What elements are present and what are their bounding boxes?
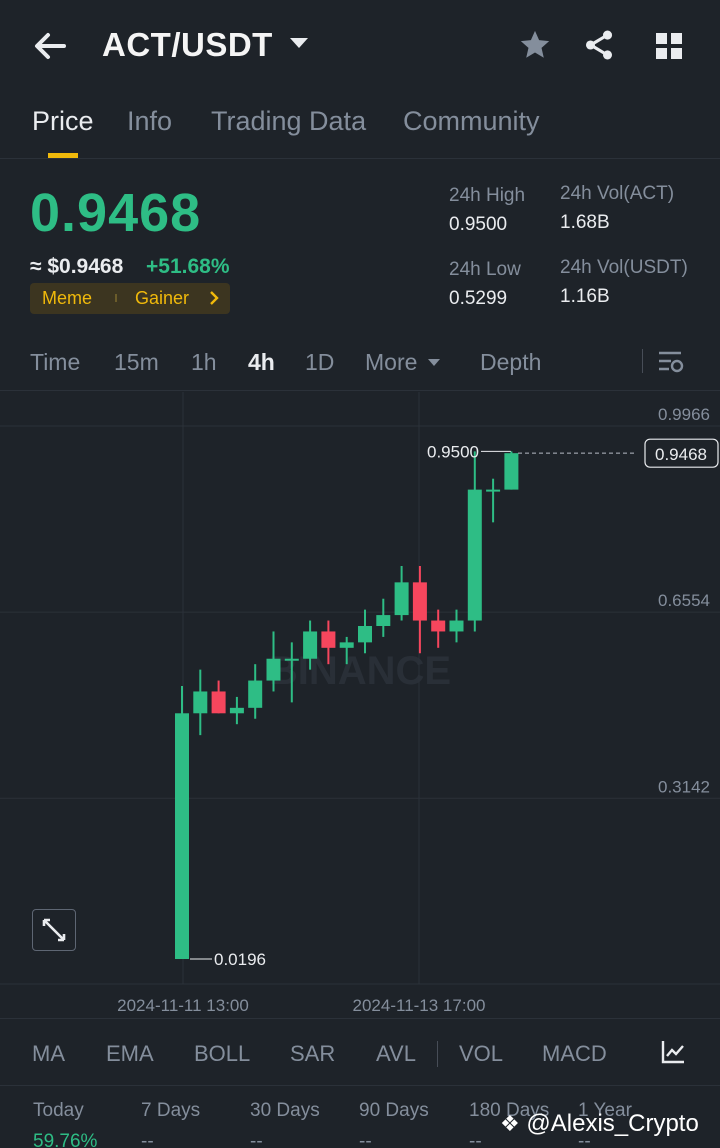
interval-more[interactable]: More — [365, 349, 417, 376]
indicator-bar: MA EMA BOLL SAR AVL VOL MACD — [0, 1018, 720, 1086]
star-icon[interactable] — [518, 28, 552, 67]
candle-body — [266, 658, 281, 681]
perf-label-7d: 7 Days — [141, 1100, 201, 1121]
candle-body — [358, 625, 372, 643]
perf-label-90d: 90 Days — [359, 1100, 429, 1121]
indicator-settings-icon[interactable] — [660, 1039, 686, 1070]
tag-group[interactable]: Meme Gainer — [30, 283, 230, 314]
creator-watermark: ❖ @Alexis_Crypto — [500, 1110, 699, 1138]
candle-body — [303, 631, 318, 659]
indicator-vol[interactable]: VOL — [459, 1041, 503, 1067]
indicator-ema[interactable]: EMA — [106, 1041, 154, 1067]
diamond-logo-icon: ❖ — [500, 1111, 520, 1136]
divider — [642, 349, 643, 373]
high-marker-label: 0.9500 — [427, 442, 479, 461]
candle-body — [339, 642, 354, 648]
candle-body — [193, 691, 208, 714]
low-label: 24h Low — [449, 259, 521, 280]
candle-body — [321, 631, 336, 648]
last-price-label: 0.9468 — [655, 445, 707, 464]
perf-value-90d: -- — [359, 1131, 372, 1148]
tab-price[interactable]: Price — [32, 106, 94, 137]
perf-value-7d: -- — [141, 1131, 154, 1148]
tab-bar: Price Info Trading Data Community — [0, 104, 720, 159]
low-marker-label: 0.0196 — [214, 950, 266, 969]
y-tick-label: 0.9966 — [658, 405, 710, 424]
candle-body — [248, 680, 263, 708]
interval-time[interactable]: Time — [30, 349, 80, 376]
indicator-macd[interactable]: MACD — [542, 1041, 607, 1067]
watermark-text: @Alexis_Crypto — [526, 1110, 699, 1137]
indicator-ma[interactable]: MA — [32, 1041, 65, 1067]
interval-bar: Time 15m 1h 4h 1D More Depth — [0, 335, 720, 391]
vol-act-label: 24h Vol(ACT) — [560, 183, 675, 204]
active-tab-indicator — [48, 153, 78, 158]
tab-info[interactable]: Info — [127, 106, 172, 137]
high-value: 0.9500 — [449, 214, 508, 235]
expand-icon[interactable] — [32, 909, 76, 951]
candle-body — [284, 658, 299, 661]
candle-body — [467, 489, 482, 621]
tab-community[interactable]: Community — [403, 106, 540, 137]
interval-15m[interactable]: 15m — [114, 349, 159, 376]
candle-body — [211, 691, 226, 714]
divider — [437, 1041, 438, 1067]
candle-body — [229, 707, 244, 714]
vol-usdt-label: 24h Vol(USDT) — [560, 257, 688, 278]
chart-settings-icon[interactable] — [657, 349, 685, 380]
candle-body — [504, 453, 519, 490]
back-arrow-icon[interactable] — [30, 26, 70, 66]
tab-trading-data[interactable]: Trading Data — [211, 106, 366, 137]
chevron-right-icon[interactable] — [208, 290, 220, 311]
candle-body — [486, 489, 501, 492]
pair-title[interactable]: ACT/USDT — [102, 26, 273, 64]
y-tick-label: 0.3142 — [658, 777, 710, 796]
perf-value-180d: -- — [469, 1131, 482, 1148]
vol-usdt-value: 1.16B — [560, 286, 610, 307]
chart-watermark: BINANCE — [269, 649, 451, 693]
low-value: 0.5299 — [449, 288, 508, 309]
candlestick-chart[interactable]: 0.9966 0.6554 0.3142 2024-11-11 13:00 2024-1… — [0, 392, 720, 1017]
indicator-sar[interactable]: SAR — [290, 1041, 335, 1067]
share-icon[interactable] — [582, 28, 616, 67]
caret-down-icon[interactable] — [428, 359, 440, 366]
candle-body — [412, 582, 427, 621]
tag-meme[interactable]: Meme — [42, 288, 92, 309]
candle-body — [449, 620, 464, 632]
interval-1d[interactable]: 1D — [305, 349, 334, 376]
candle-body — [394, 582, 409, 616]
indicator-boll[interactable]: BOLL — [194, 1041, 250, 1067]
tag-separator — [115, 294, 117, 302]
candle-body — [431, 620, 446, 632]
x-tick-label: 2024-11-13 17:00 — [353, 996, 486, 1015]
high-label: 24h High — [449, 185, 526, 206]
perf-label-30d: 30 Days — [250, 1100, 320, 1121]
y-tick-label: 0.6554 — [658, 591, 710, 610]
vol-act-value: 1.68B — [560, 212, 610, 233]
perf-value-today: 59.76% — [33, 1131, 98, 1148]
x-tick-label: 2024-11-11 13:00 — [117, 996, 249, 1015]
usd-price: ≈ $0.9468 — [30, 255, 124, 278]
chevron-down-icon[interactable] — [290, 38, 308, 48]
header-bar: ACT/USDT — [0, 0, 720, 95]
price-change: +51.68% — [146, 255, 230, 278]
perf-label-today: Today — [33, 1100, 84, 1121]
tag-gainer[interactable]: Gainer — [135, 288, 189, 309]
interval-4h[interactable]: 4h — [248, 349, 275, 376]
candle-body — [175, 713, 189, 959]
interval-1h[interactable]: 1h — [191, 349, 217, 376]
perf-value-30d: -- — [250, 1131, 263, 1148]
last-price: 0.9468 — [30, 183, 202, 243]
indicator-avl[interactable]: AVL — [376, 1041, 416, 1067]
depth-tab[interactable]: Depth — [480, 349, 541, 376]
candle-body — [376, 615, 391, 626]
grid-menu-icon[interactable] — [655, 32, 683, 65]
